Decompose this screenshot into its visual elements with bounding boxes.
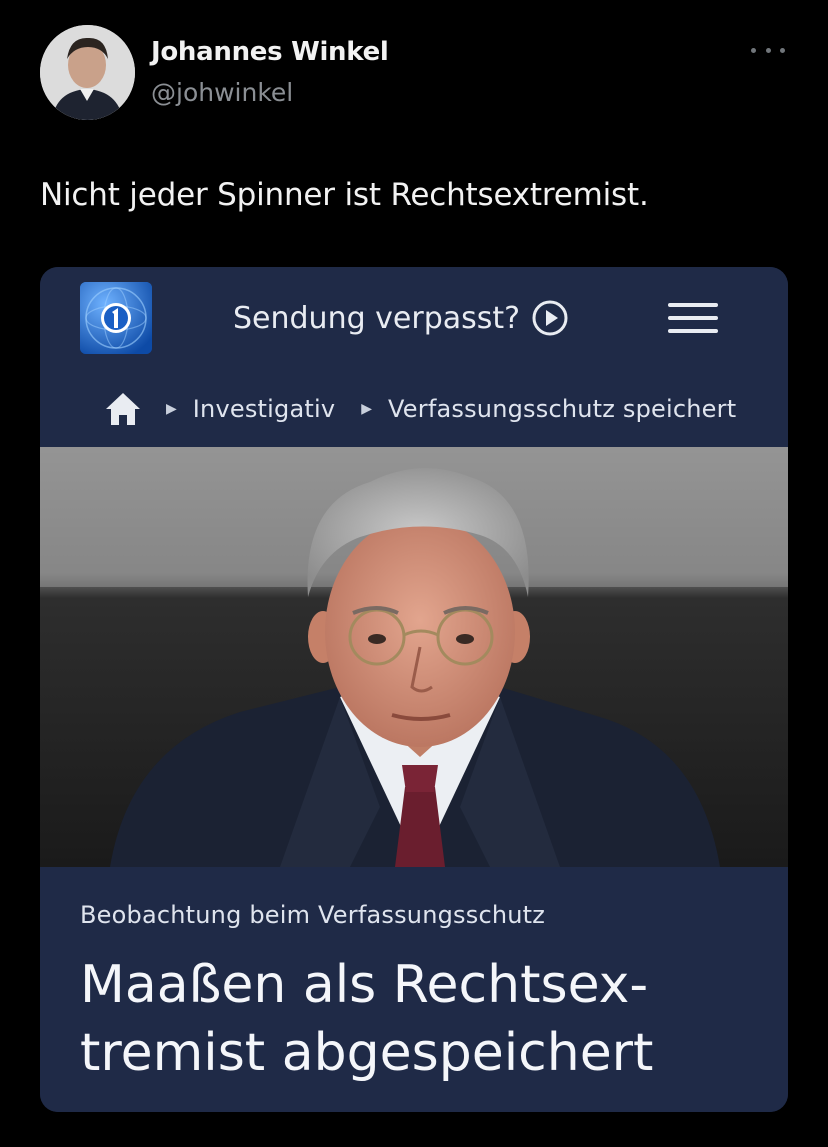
tweet-text: Nicht jeder Spinner ist Rechtsextremist. bbox=[40, 177, 649, 213]
sendung-verpasst-link[interactable]: Sendung verpasst? bbox=[233, 300, 568, 336]
author-handle[interactable]: @johwinkel bbox=[151, 78, 293, 107]
news-site-header: Sendung verpasst? ▶ Investigativ ▶ Verfa… bbox=[40, 267, 788, 447]
article-photo[interactable] bbox=[40, 447, 788, 867]
article-caption: Beobachtung beim Verfassungsschutz Maaße… bbox=[40, 867, 788, 1112]
home-icon[interactable] bbox=[104, 391, 142, 427]
author-avatar[interactable] bbox=[40, 25, 135, 120]
breadcrumb: ▶ Investigativ ▶ Verfassungsschutz speic… bbox=[104, 391, 762, 427]
breadcrumb-item-investigativ[interactable]: Investigativ bbox=[193, 395, 335, 423]
chevron-right-icon: ▶ bbox=[361, 401, 373, 417]
play-icon bbox=[532, 300, 568, 336]
article-kicker: Beobachtung beim Verfassungsschutz bbox=[80, 901, 546, 929]
headline-line-2: tremist abgespeichert bbox=[80, 1023, 654, 1083]
chevron-right-icon: ▶ bbox=[166, 401, 177, 417]
breadcrumb-item-verfassungsschutz[interactable]: Verfassungsschutz speichert bbox=[388, 395, 736, 423]
sendung-verpasst-label: Sendung verpasst? bbox=[233, 300, 521, 336]
headline-line-1: Maaßen als Rechtsex- bbox=[80, 955, 649, 1015]
ard-logo-icon[interactable] bbox=[80, 282, 152, 354]
author-name[interactable]: Johannes Winkel bbox=[151, 37, 389, 67]
hamburger-menu-icon[interactable] bbox=[668, 303, 718, 335]
article-headline[interactable]: Maaßen als Rechtsex- tremist abgespeiche… bbox=[80, 951, 760, 1087]
tweet-media-card[interactable]: Sendung verpasst? ▶ Investigativ ▶ Verfa… bbox=[40, 267, 788, 1112]
more-options-icon[interactable] bbox=[751, 42, 785, 58]
